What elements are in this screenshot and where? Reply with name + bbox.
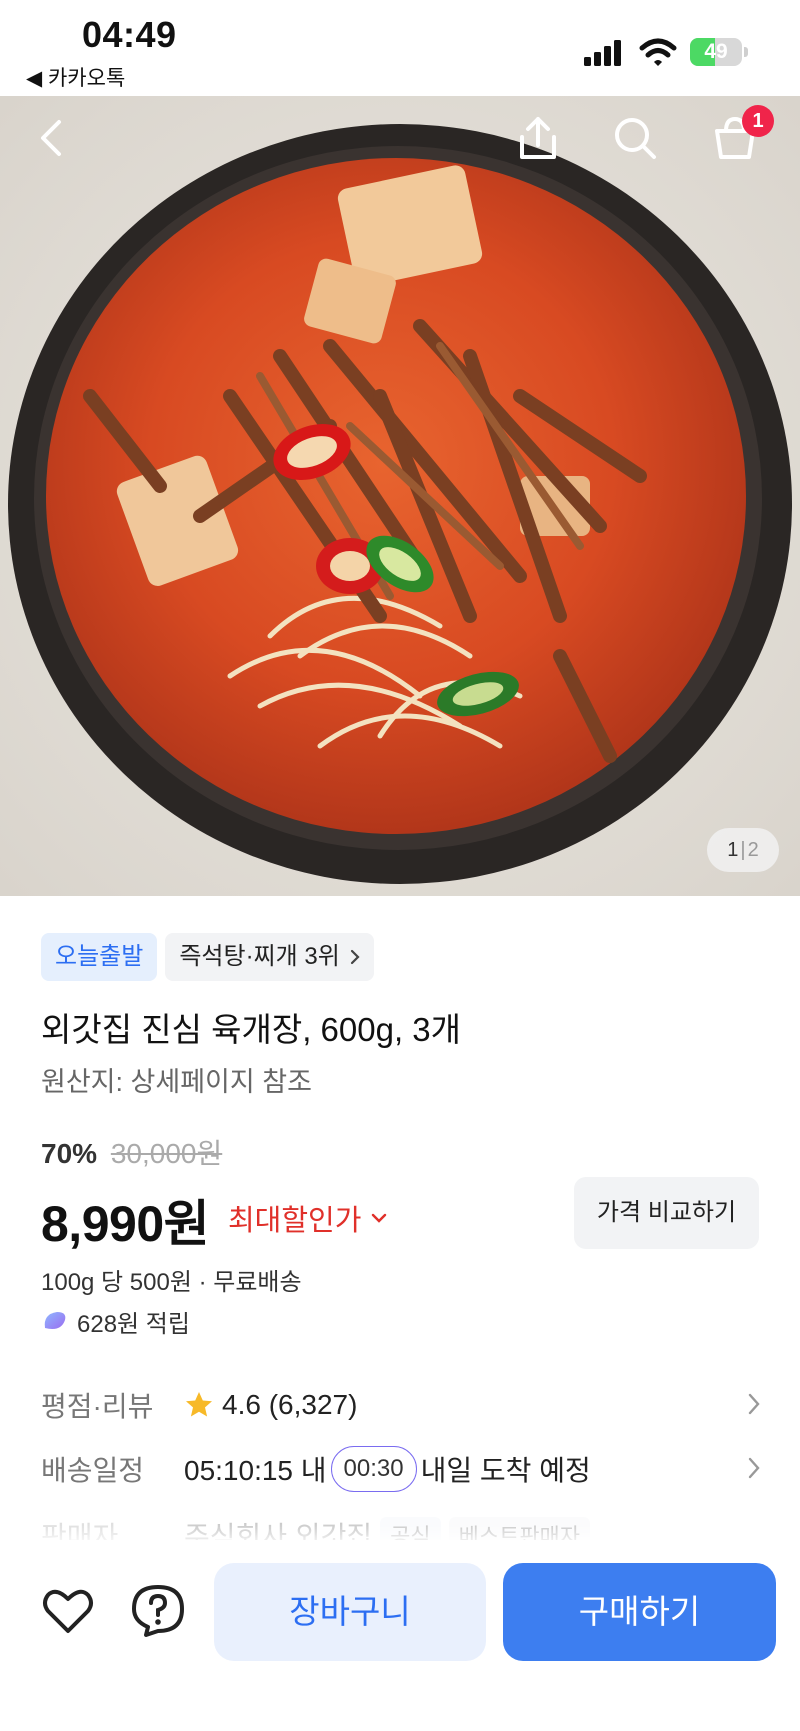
points-text: 628원 적립 <box>77 1311 190 1338</box>
page-separator: | <box>740 839 746 861</box>
today-shipping-badge: 오늘출발 <box>41 933 158 981</box>
back-to-app-link[interactable]: ◀ 카카오톡 <box>26 62 125 92</box>
cart-count-badge: 1 <box>742 105 774 137</box>
badge-row: 오늘출발 즉석탕·찌개 3위 <box>41 933 374 981</box>
category-rank-label: 즉석탕·찌개 3위 <box>179 943 340 970</box>
chevron-down-icon <box>372 1213 387 1223</box>
original-price: 30,000원 <box>110 1138 223 1169</box>
delivery-timer: 00:30 <box>330 1446 417 1492</box>
wifi-icon <box>639 38 677 66</box>
max-discount-label: 최대할인가 <box>228 1205 362 1237</box>
signal-icon <box>584 40 621 66</box>
heart-icon[interactable] <box>40 1583 96 1639</box>
discount-row: 70% 30,000원 <box>41 1132 222 1172</box>
help-icon[interactable] <box>130 1583 186 1639</box>
chevron-right-icon <box>350 949 360 965</box>
chevron-right-icon <box>748 1393 760 1415</box>
yukgaejang-photo <box>0 96 800 896</box>
max-discount-dropdown[interactable]: 최대할인가 <box>228 1197 387 1239</box>
product-origin: 원산지: 상세페이지 참조 <box>41 1067 312 1097</box>
page-total: 2 <box>747 839 759 861</box>
unit-price-shipping: 100g 당 500원 · 무료배송 <box>41 1269 302 1296</box>
search-button[interactable] <box>607 110 663 166</box>
delivery-eta: 내일 도착 예정 <box>420 1455 591 1486</box>
delivery-schedule-row[interactable]: 배송일정 05:10:15 내 00:30 내일 도착 예정 <box>41 1444 761 1494</box>
delivery-countdown: 05:10:15 내 <box>184 1455 327 1486</box>
rating-label: 평점·리뷰 <box>41 1391 154 1422</box>
battery-indicator: 49 <box>690 38 748 66</box>
status-time: 04:49 <box>82 14 177 55</box>
chevron-right-icon <box>748 1457 760 1479</box>
status-bar: 04:49 ◀ 카카오톡 49 <box>0 0 800 96</box>
star-icon <box>186 1392 212 1417</box>
share-button[interactable] <box>510 110 566 166</box>
delivery-label: 배송일정 <box>41 1455 145 1486</box>
price-compare-button[interactable]: 가격 비교하기 <box>574 1177 759 1249</box>
product-title: 외갓집 진심 육개장, 600g, 3개 <box>41 1011 462 1048</box>
product-image[interactable]: 1 1 | 2 <box>0 96 800 896</box>
image-page-indicator: 1 | 2 <box>707 828 779 872</box>
page-current: 1 <box>727 839 739 861</box>
sale-price: 8,990원 <box>41 1196 210 1252</box>
rating-value: 4.6 (6,327) <box>222 1389 358 1420</box>
points-icon <box>44 1311 66 1329</box>
share-icon <box>520 117 556 159</box>
search-icon <box>615 118 656 159</box>
category-rank-badge[interactable]: 즉석탕·찌개 3위 <box>165 933 374 981</box>
rating-review-row[interactable]: 평점·리뷰 4.6 (6,327) <box>41 1380 761 1430</box>
discount-rate: 70% <box>41 1138 98 1169</box>
back-button[interactable] <box>24 110 80 166</box>
battery-level: 49 <box>704 40 728 63</box>
add-to-cart-button[interactable]: 장바구니 <box>214 1563 486 1661</box>
back-arrow-icon <box>41 120 61 156</box>
buy-now-button[interactable]: 구매하기 <box>503 1563 776 1661</box>
points-row: 628원 적립 <box>41 1304 190 1339</box>
